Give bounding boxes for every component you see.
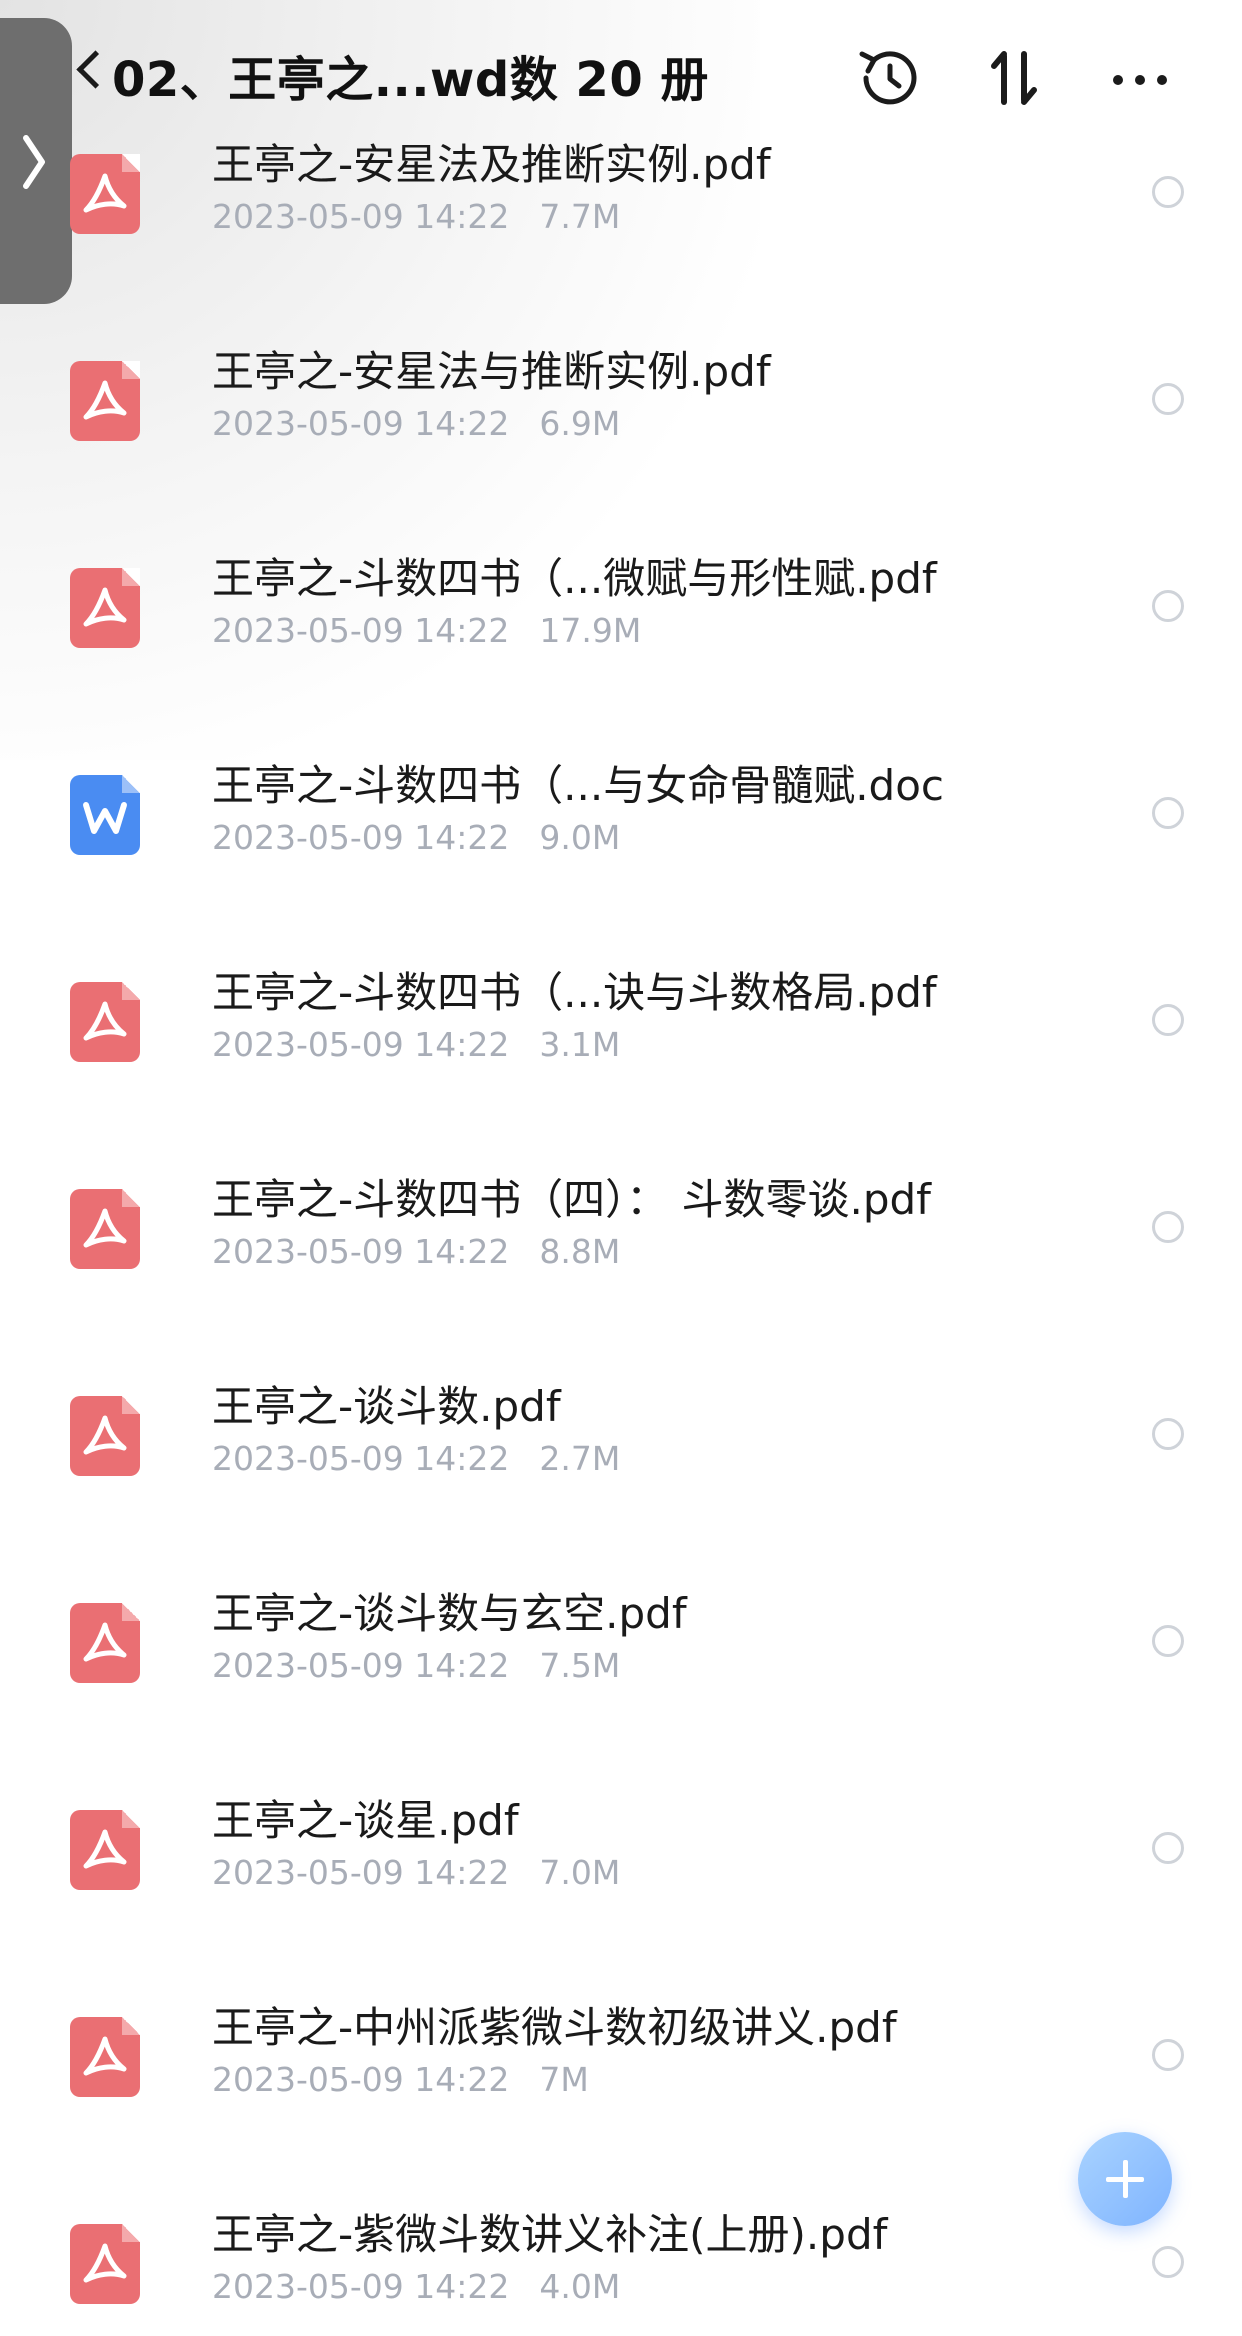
file-size: 7.7M xyxy=(539,197,621,236)
file-date: 2023-05-09 14:22 xyxy=(212,1646,510,1685)
file-name: 王亭之-中州派紫微斗数初级讲义.pdf xyxy=(212,2003,897,2052)
select-checkbox[interactable] xyxy=(1152,176,1184,208)
pdf-file-icon xyxy=(70,2224,140,2304)
file-meta: 2023-05-09 14:22 3.1M xyxy=(212,1025,620,1064)
file-size: 7M xyxy=(539,2060,589,2099)
file-meta: 2023-05-09 14:22 2.7M xyxy=(212,1439,620,1478)
file-date: 2023-05-09 14:22 xyxy=(212,1025,510,1064)
pdf-file-icon xyxy=(70,1396,140,1476)
select-checkbox[interactable] xyxy=(1152,1418,1184,1450)
file-meta: 2023-05-09 14:22 9.0M xyxy=(212,818,620,857)
file-meta: 2023-05-09 14:22 4.0M xyxy=(212,2267,620,2306)
file-name: 王亭之-斗数四书（...微赋与形性赋.pdf xyxy=(212,554,937,603)
pdf-file-icon xyxy=(70,982,140,1062)
pdf-file-icon xyxy=(70,361,140,441)
select-checkbox[interactable] xyxy=(1152,2246,1184,2278)
file-row[interactable]: 王亭之-谈星.pdf 2023-05-09 14:22 7.0M xyxy=(0,1769,1242,1976)
pdf-file-icon xyxy=(70,1189,140,1269)
select-checkbox[interactable] xyxy=(1152,1211,1184,1243)
file-name: 王亭之-谈斗数与玄空.pdf xyxy=(212,1589,687,1638)
file-meta: 2023-05-09 14:22 7.7M xyxy=(212,197,620,236)
select-checkbox[interactable] xyxy=(1152,797,1184,829)
file-size: 8.8M xyxy=(539,1232,621,1271)
word-file-icon xyxy=(70,775,140,855)
file-row[interactable]: 王亭之-斗数四书（...诀与斗数格局.pdf 2023-05-09 14:22 3… xyxy=(0,941,1242,1148)
select-checkbox[interactable] xyxy=(1152,1625,1184,1657)
folder-title: 02、王亭之...wd数 20 册 xyxy=(112,52,709,108)
file-size: 7.5M xyxy=(539,1646,621,1685)
file-meta: 2023-05-09 14:22 7M xyxy=(212,2060,589,2099)
file-row[interactable]: 王亭之-安星法及推断实例.pdf 2023-05-09 14:22 7.7M xyxy=(0,113,1242,320)
file-name: 王亭之-谈斗数.pdf xyxy=(212,1382,561,1431)
file-date: 2023-05-09 14:22 xyxy=(212,404,510,443)
file-size: 3.1M xyxy=(539,1025,621,1064)
back-icon[interactable] xyxy=(76,50,115,89)
pdf-file-icon xyxy=(70,568,140,648)
file-meta: 2023-05-09 14:22 8.8M xyxy=(212,1232,620,1271)
file-size: 9.0M xyxy=(539,818,621,857)
file-date: 2023-05-09 14:22 xyxy=(212,818,510,857)
select-checkbox[interactable] xyxy=(1152,2039,1184,2071)
more-icon[interactable] xyxy=(1098,36,1182,120)
file-name: 王亭之-斗数四书（...与女命骨髓赋.doc xyxy=(212,761,945,810)
sort-icon[interactable] xyxy=(972,36,1056,120)
file-meta: 2023-05-09 14:22 7.0M xyxy=(212,1853,620,1892)
file-row[interactable]: 王亭之-斗数四书（...与女命骨髓赋.doc 2023-05-09 14:22 9… xyxy=(0,734,1242,941)
file-date: 2023-05-09 14:22 xyxy=(212,2060,510,2099)
file-row[interactable]: 王亭之-斗数四书（...微赋与形性赋.pdf 2023-05-09 14:22 1… xyxy=(0,527,1242,734)
file-date: 2023-05-09 14:22 xyxy=(212,611,510,650)
file-name: 王亭之-斗数四书（...诀与斗数格局.pdf xyxy=(212,968,937,1017)
file-size: 7.0M xyxy=(539,1853,621,1892)
file-size: 4.0M xyxy=(539,2267,621,2306)
select-checkbox[interactable] xyxy=(1152,590,1184,622)
file-date: 2023-05-09 14:22 xyxy=(212,1232,510,1271)
file-size: 17.9M xyxy=(539,611,642,650)
select-checkbox[interactable] xyxy=(1152,383,1184,415)
file-date: 2023-05-09 14:22 xyxy=(212,1439,510,1478)
file-row[interactable]: 王亭之-紫微斗数讲义补注(上册).pdf 2023-05-09 14:22 4.0… xyxy=(0,2183,1242,2336)
pdf-file-icon xyxy=(70,1603,140,1683)
select-checkbox[interactable] xyxy=(1152,1004,1184,1036)
file-name: 王亭之-安星法与推断实例.pdf xyxy=(212,347,771,396)
file-name: 王亭之-紫微斗数讲义补注(上册).pdf xyxy=(212,2210,888,2259)
file-name: 王亭之-谈星.pdf xyxy=(212,1796,519,1845)
file-size: 6.9M xyxy=(539,404,621,443)
file-row[interactable]: 王亭之-安星法与推断实例.pdf 2023-05-09 14:22 6.9M xyxy=(0,320,1242,527)
file-date: 2023-05-09 14:22 xyxy=(212,197,510,236)
file-meta: 2023-05-09 14:22 6.9M xyxy=(212,404,620,443)
file-date: 2023-05-09 14:22 xyxy=(212,1853,510,1892)
file-row[interactable]: 王亭之-谈斗数与玄空.pdf 2023-05-09 14:22 7.5M xyxy=(0,1562,1242,1769)
select-checkbox[interactable] xyxy=(1152,1832,1184,1864)
file-row[interactable]: 王亭之-中州派紫微斗数初级讲义.pdf 2023-05-09 14:22 7M xyxy=(0,1976,1242,2183)
file-size: 2.7M xyxy=(539,1439,621,1478)
file-name: 王亭之-斗数四书（四）： 斗数零谈.pdf xyxy=(212,1175,931,1224)
file-date: 2023-05-09 14:22 xyxy=(212,2267,510,2306)
pdf-file-icon xyxy=(70,1810,140,1890)
file-row[interactable]: 王亭之-斗数四书（四）： 斗数零谈.pdf 2023-05-09 14:22 8.… xyxy=(0,1148,1242,1355)
pdf-file-icon xyxy=(70,2017,140,2097)
pdf-file-icon xyxy=(70,154,140,234)
file-meta: 2023-05-09 14:22 17.9M xyxy=(212,611,641,650)
history-icon[interactable] xyxy=(848,36,932,120)
file-meta: 2023-05-09 14:22 7.5M xyxy=(212,1646,620,1685)
file-row[interactable]: 王亭之-谈斗数.pdf 2023-05-09 14:22 2.7M xyxy=(0,1355,1242,1562)
add-button[interactable] xyxy=(1078,2132,1172,2226)
file-name: 王亭之-安星法及推断实例.pdf xyxy=(212,140,771,189)
